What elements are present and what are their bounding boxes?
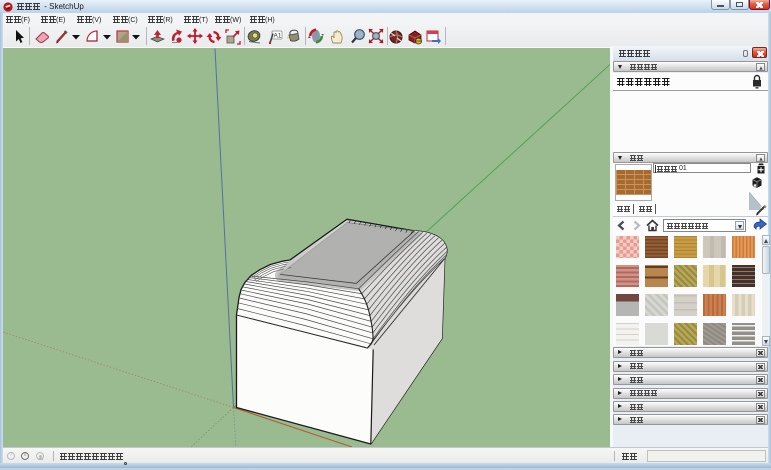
svg-text:A1: A1 xyxy=(274,33,282,40)
